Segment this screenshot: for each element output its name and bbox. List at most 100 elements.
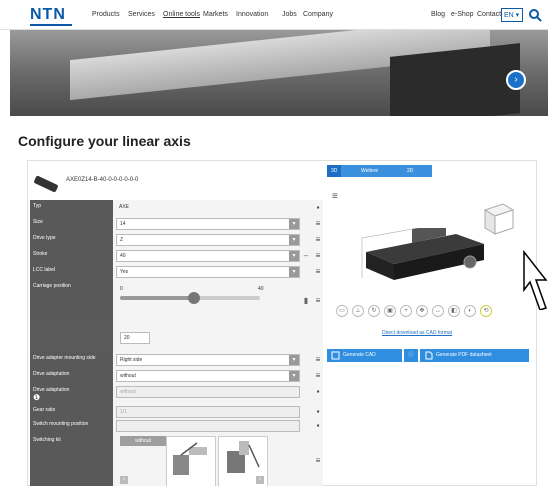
section-icon[interactable]: ◧: [448, 305, 460, 317]
row-label: Carriage position: [30, 280, 113, 320]
hero-banner: ›: [10, 30, 548, 116]
nav-item-products[interactable]: Products: [92, 11, 120, 18]
chevron-right-icon[interactable]: ›: [256, 476, 264, 484]
nav-item-jobs[interactable]: Jobs: [282, 11, 297, 18]
colors-icon[interactable]: ◐: [464, 305, 476, 317]
row-label: Drive type: [30, 232, 113, 248]
lcc-label-value: Yes: [120, 269, 129, 275]
config-row-size: Size 14 ▾ ≡: [30, 216, 323, 232]
zoom-icon[interactable]: +: [400, 305, 412, 317]
language-select[interactable]: EN ▾: [501, 8, 523, 22]
nav-item-blog[interactable]: Blog: [431, 11, 445, 18]
chevron-down-icon: ▾: [289, 219, 299, 229]
page-title: Configure your linear axis: [18, 133, 191, 149]
config-row-drive-adaptation-2: Drive adaptation ❶ without ▪: [30, 384, 323, 404]
language-label: EN: [504, 12, 514, 19]
slider-min-label: 0: [120, 286, 123, 292]
size-value: 14: [120, 221, 126, 227]
row-label: Drive adapter mounting side: [30, 352, 113, 368]
axes-icon[interactable]: ⊥: [352, 305, 364, 317]
stroke-select[interactable]: 40 ▾: [116, 250, 300, 262]
drive-adaptation-value: without: [120, 373, 136, 379]
tab-3d[interactable]: 3D: [327, 165, 342, 177]
cad-icon: [331, 351, 340, 360]
drive-adaptation-2-select: without: [116, 386, 300, 398]
nav-item-company[interactable]: Company: [303, 11, 333, 18]
carriage-slider-fill: [120, 296, 192, 300]
gear-ratio-value: 1/1: [120, 409, 127, 415]
list-icon[interactable]: ≡: [313, 371, 323, 381]
linear-axis-3d-model[interactable]: [360, 228, 490, 288]
top-navigation: NTN Products Services Online tools Marke…: [0, 0, 548, 30]
lcc-label-select[interactable]: Yes ▾: [116, 266, 300, 278]
monitor-icon[interactable]: ▭: [336, 305, 348, 317]
axis-code: AXE0Z14-B-40-0-0-0-0-0-0: [66, 177, 139, 183]
lock-icon: ▪: [316, 421, 320, 430]
row-label: Drive adaptation: [30, 368, 113, 384]
switch-kit-image: [173, 442, 207, 475]
row-label: Switch mounting position: [30, 418, 113, 434]
pdf-icon: [425, 351, 433, 360]
lock-icon: ▪: [316, 203, 320, 212]
row-label: Size: [30, 216, 113, 232]
drive-type-select[interactable]: Z ▾: [116, 234, 300, 246]
reset-icon[interactable]: ⟲: [480, 305, 492, 317]
drive-type-value: Z: [120, 237, 124, 243]
carriage-position-input[interactable]: 20: [120, 332, 150, 344]
info-icon: ⓘ: [408, 352, 414, 358]
list-icon[interactable]: ≡: [313, 296, 323, 306]
generate-pdf-button[interactable]: Generate PDF datasheet: [420, 349, 529, 362]
hero-next-button[interactable]: ›: [506, 70, 526, 90]
viewer-toolbar: ▭ ⊥ ↻ ▣ + ✥ ↔ ◧ ◐ ⟲: [336, 305, 511, 319]
measure-icon[interactable]: ↔: [432, 305, 444, 317]
cad-info-button[interactable]: ⓘ: [404, 349, 418, 362]
gear-ratio-select: 1/1: [116, 406, 300, 418]
chevron-down-icon: ▾: [289, 235, 299, 245]
row-label: Switching kit: [30, 434, 113, 486]
list-icon[interactable]: ≡: [313, 235, 323, 245]
lock-icon: ▪: [316, 407, 320, 416]
list-icon[interactable]: ≡: [313, 251, 323, 261]
carriage-slider-handle[interactable]: [188, 292, 200, 304]
generate-cad-button[interactable]: Generate CAD: [327, 349, 402, 362]
carousel-nav: ‹ ›: [120, 476, 270, 484]
chevron-down-icon: ▾: [289, 267, 299, 277]
drive-adapter-side-select[interactable]: Right side ▾: [116, 354, 300, 366]
size-select[interactable]: 14 ▾: [116, 218, 300, 230]
list-icon[interactable]: ≡: [313, 456, 323, 466]
config-row-stroke: Stroke 40 ▾ – ≡: [30, 248, 323, 264]
tab-weitere[interactable]: Weitere: [357, 165, 382, 177]
config-row-typ: Typ AXE ▪: [30, 200, 323, 216]
nav-item-online-tools[interactable]: Online tools: [163, 11, 200, 18]
ntn-logo[interactable]: NTN: [30, 6, 66, 24]
search-icon[interactable]: [528, 8, 542, 22]
viewer-menu-icon[interactable]: ≡: [332, 192, 344, 202]
rotate-icon[interactable]: ↻: [368, 305, 380, 317]
minus-icon[interactable]: –: [302, 251, 310, 261]
nav-item-services[interactable]: Services: [128, 11, 155, 18]
chevron-left-icon[interactable]: ‹: [120, 476, 128, 484]
switch-kit-image: [227, 441, 260, 473]
list-icon[interactable]: ≡: [313, 219, 323, 229]
cad-download-link[interactable]: Direct download as CAD format: [382, 330, 452, 336]
drive-adaptation-select[interactable]: without ▾: [116, 370, 300, 382]
fit-icon[interactable]: ▣: [384, 305, 396, 317]
logo-underline: [30, 24, 72, 26]
config-row-lcc-label: LCC label Yes ▾ ≡: [30, 264, 323, 280]
stroke-value: 40: [120, 253, 126, 259]
nav-item-innovation[interactable]: Innovation: [236, 11, 268, 18]
drive-adapter-side-value: Right side: [120, 357, 143, 363]
list-icon[interactable]: ≡: [313, 267, 323, 277]
tab-2d[interactable]: 2D: [403, 165, 417, 177]
nav-item-markets[interactable]: Markets: [203, 11, 228, 18]
pan-icon[interactable]: ✥: [416, 305, 428, 317]
row-label: Drive adaptation ❶: [30, 384, 113, 404]
info-icon[interactable]: ❶: [33, 393, 40, 402]
switch-mounting-select: [116, 420, 300, 432]
nav-item-eshop[interactable]: e-Shop: [451, 11, 474, 18]
generate-cad-label: Generate CAD: [343, 352, 376, 358]
generate-pdf-label: Generate PDF datasheet: [436, 352, 492, 358]
list-icon[interactable]: ≡: [313, 355, 323, 365]
row-label: LCC label: [30, 264, 113, 280]
nav-item-contact[interactable]: Contact: [477, 11, 501, 18]
